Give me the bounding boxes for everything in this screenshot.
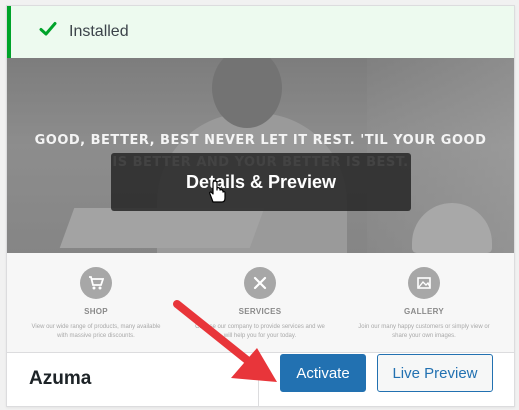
- hand-cursor-icon: [209, 180, 226, 203]
- feature-desc: View our wide range of products, many av…: [31, 324, 161, 339]
- check-icon: [39, 22, 57, 36]
- details-preview-button[interactable]: Details & Preview: [111, 153, 411, 211]
- feature-gallery: GALLERY Join our many happy customers or…: [349, 267, 499, 341]
- live-preview-button[interactable]: Live Preview: [377, 354, 493, 392]
- feature-title: SHOP: [84, 307, 108, 316]
- installed-notice: Installed: [7, 6, 514, 58]
- theme-name: Azuma: [29, 368, 92, 389]
- red-arrow-annotation: [173, 300, 277, 382]
- cart-icon: [80, 267, 112, 299]
- screenshot-tagline-1: GOOD, BETTER, BEST NEVER LET IT REST. 'T…: [34, 133, 487, 148]
- installed-status-text: Installed: [69, 23, 129, 40]
- feature-desc: Join our many happy customers or simply …: [358, 324, 490, 339]
- feature-title: GALLERY: [403, 307, 445, 316]
- activate-button[interactable]: Activate: [280, 354, 366, 392]
- feature-shop: SHOP View our wide range of products, ma…: [21, 267, 171, 341]
- gallery-icon: [408, 267, 440, 299]
